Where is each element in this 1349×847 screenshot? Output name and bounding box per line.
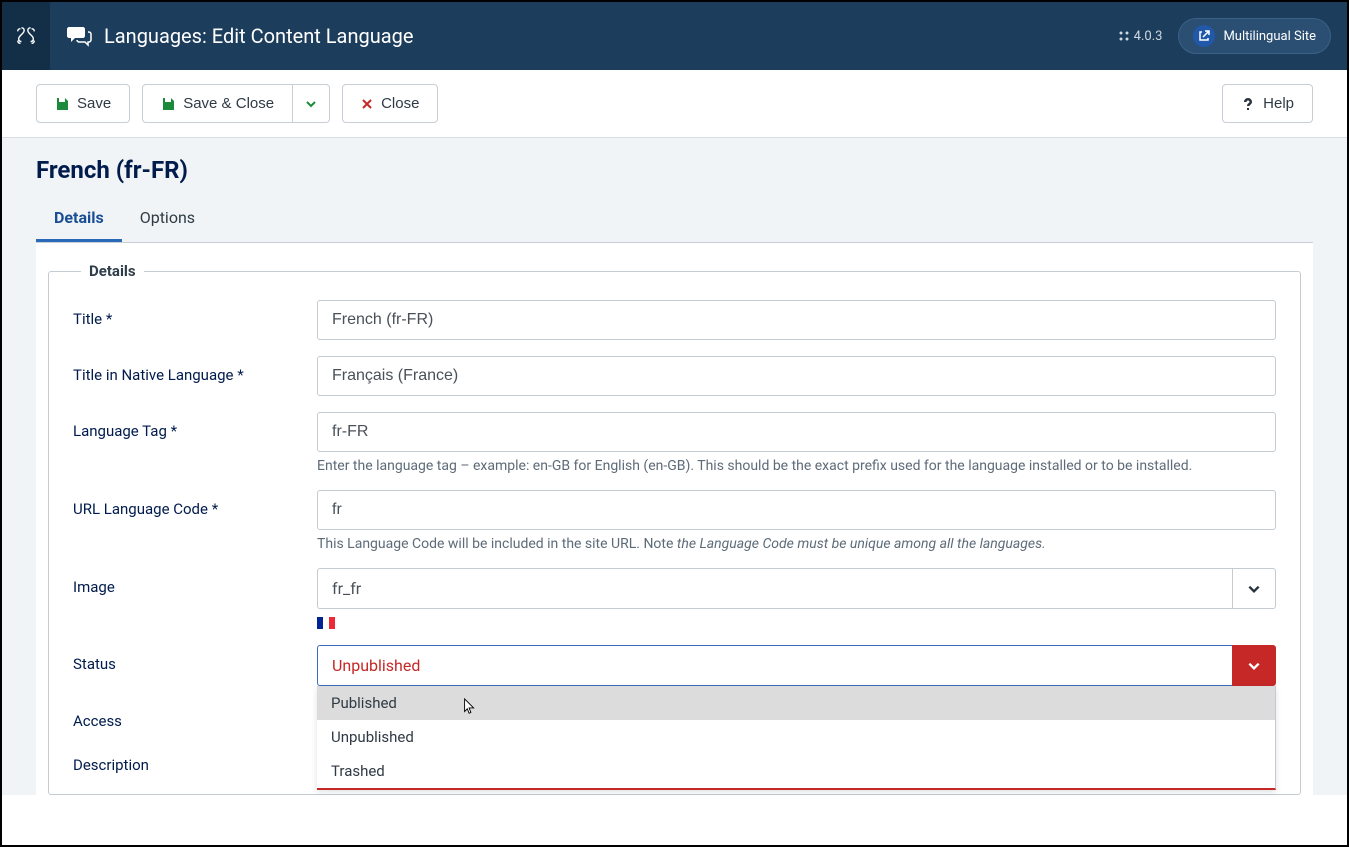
save-options-dropdown[interactable] <box>293 84 330 123</box>
flag-preview-fr <box>317 617 335 629</box>
input-tag[interactable] <box>317 412 1276 452</box>
row-status: Status Unpublished Published Unpublished… <box>73 645 1276 686</box>
save-close-button[interactable]: Save & Close <box>142 84 293 123</box>
help-urlcode: This Language Code will be included in t… <box>317 536 1276 552</box>
app-header: Languages: Edit Content Language 4.0.3 M… <box>2 2 1347 70</box>
help-button[interactable]: Help <box>1222 84 1313 123</box>
chevron-down-icon[interactable] <box>1232 645 1276 686</box>
label-title: Title * <box>73 300 317 328</box>
row-title: Title * <box>73 300 1276 340</box>
joomla-small-icon <box>1118 30 1130 42</box>
input-title[interactable] <box>317 300 1276 340</box>
select-status[interactable]: Unpublished <box>317 645 1276 686</box>
close-button[interactable]: Close <box>342 84 438 123</box>
tab-details[interactable]: Details <box>36 196 122 242</box>
details-fieldset: Details Title * Title in Native Language… <box>48 271 1301 795</box>
tab-options[interactable]: Options <box>122 196 213 242</box>
help-tag: Enter the language tag – example: en-GB … <box>317 458 1276 474</box>
label-image: Image <box>73 568 317 596</box>
save-icon <box>55 97 69 111</box>
site-link-label: Multilingual Site <box>1223 29 1316 44</box>
status-option-unpublished[interactable]: Unpublished <box>317 720 1275 754</box>
close-icon <box>361 98 373 110</box>
page-header-title: Languages: Edit Content Language <box>104 24 413 48</box>
save-button[interactable]: Save <box>36 84 130 123</box>
status-option-trashed[interactable]: Trashed <box>317 754 1275 788</box>
label-native: Title in Native Language * <box>73 356 317 384</box>
action-toolbar: Save Save & Close Close Help <box>2 70 1347 138</box>
input-urlcode[interactable] <box>317 490 1276 530</box>
status-option-published[interactable]: Published <box>317 686 1275 720</box>
row-urlcode: URL Language Code * This Language Code w… <box>73 490 1276 552</box>
row-tag: Language Tag * Enter the language tag – … <box>73 412 1276 474</box>
input-native[interactable] <box>317 356 1276 396</box>
sidebar-toggle[interactable] <box>2 2 50 70</box>
chevron-down-icon <box>305 98 317 110</box>
label-access: Access <box>73 702 317 730</box>
page-title: French (fr-FR) <box>36 156 1313 184</box>
label-tag: Language Tag * <box>73 412 317 440</box>
comments-icon <box>66 25 92 47</box>
label-urlcode: URL Language Code * <box>73 490 317 518</box>
select-status-value: Unpublished <box>317 645 1232 686</box>
save-close-group: Save & Close <box>142 84 330 123</box>
row-image: Image fr_fr <box>73 568 1276 629</box>
label-status: Status <box>73 645 317 673</box>
row-native: Title in Native Language * <box>73 356 1276 396</box>
label-description: Description <box>73 746 317 774</box>
external-link-icon <box>1193 25 1215 47</box>
tab-bar: Details Options <box>36 196 1313 243</box>
select-image[interactable]: fr_fr <box>317 568 1276 609</box>
chevron-down-icon[interactable] <box>1232 568 1276 609</box>
joomla-logo-icon <box>15 25 37 47</box>
version-label: 4.0.3 <box>1118 29 1163 44</box>
select-image-value: fr_fr <box>317 568 1232 609</box>
fieldset-legend: Details <box>81 262 144 280</box>
help-icon <box>1241 97 1255 111</box>
content-area: French (fr-FR) Details Options Details T… <box>2 138 1347 795</box>
site-link-button[interactable]: Multilingual Site <box>1178 18 1331 54</box>
save-icon <box>161 97 175 111</box>
form-panel: Details Title * Title in Native Language… <box>36 243 1313 795</box>
status-dropdown: Published Unpublished Trashed <box>317 686 1276 790</box>
